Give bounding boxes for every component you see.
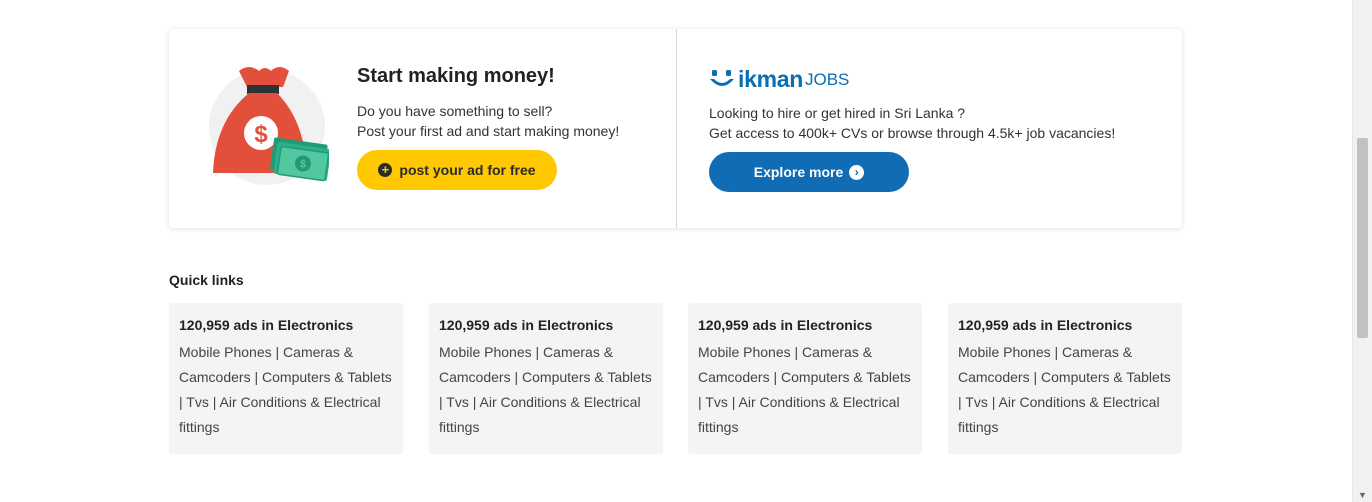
promo-banner: $ $ Start making money! Do you have some… [169, 29, 1182, 228]
quick-link-list: Mobile Phones | Cameras & Camcoders | Co… [179, 344, 392, 435]
vertical-scrollbar[interactable]: ▼ [1352, 0, 1372, 502]
ikman-jobs-logo[interactable]: ikman JOBS [709, 63, 849, 91]
money-description: Do you have something to sell? Post your… [357, 101, 619, 141]
quick-link-item[interactable]: Computers & Tablets [262, 369, 392, 385]
money-bag-icon: $ $ [209, 67, 329, 185]
quick-link-item[interactable]: Mobile Phones [698, 344, 791, 360]
quick-links-title: Quick links [169, 272, 244, 288]
chevron-right-circle-icon: › [849, 164, 865, 180]
jobs-description-line: Looking to hire or get hired in Sri Lank… [709, 105, 966, 121]
scroll-down-arrow-icon[interactable]: ▼ [1358, 490, 1367, 500]
quick-link-card: 120,959 ads in Electronics Mobile Phones… [169, 303, 403, 454]
post-ad-button[interactable]: + post your ad for free [357, 150, 557, 190]
money-description-line: Post your first ad and start making mone… [357, 123, 620, 139]
quick-link-item[interactable]: Tvs [705, 394, 728, 410]
quick-link-item[interactable]: Mobile Phones [179, 344, 272, 360]
quick-link-heading[interactable]: 120,959 ads in Electronics [698, 317, 912, 333]
quick-link-item[interactable]: Air Conditions & Electrical fittings [179, 394, 381, 435]
quick-link-card: 120,959 ads in Electronics Mobile Phones… [688, 303, 922, 454]
plus-circle-icon: + [378, 163, 393, 177]
quick-link-card: 120,959 ads in Electronics Mobile Phones… [429, 303, 663, 454]
quick-link-item[interactable]: Tvs [965, 394, 988, 410]
svg-text:$: $ [254, 121, 268, 148]
jobs-brand-text: JOBS [804, 70, 850, 89]
ikman-brand-text: ikman [738, 66, 803, 92]
quick-link-item[interactable]: Air Conditions & Electrical fittings [698, 394, 900, 435]
quick-link-heading[interactable]: 120,959 ads in Electronics [439, 317, 653, 333]
money-title: Start making money! [357, 65, 555, 87]
quick-link-list: Mobile Phones | Cameras & Camcoders | Co… [439, 344, 652, 435]
money-description-line: Do you have something to sell? [357, 103, 553, 119]
jobs-description-line: Get access to 400k+ CVs or browse throug… [709, 125, 1116, 141]
quick-link-item[interactable]: Tvs [446, 394, 469, 410]
smile-logo-icon [710, 70, 734, 86]
quick-link-list: Mobile Phones | Cameras & Camcoders | Co… [958, 344, 1171, 435]
quick-link-item[interactable]: Computers & Tablets [781, 369, 911, 385]
quick-link-item[interactable]: Air Conditions & Electrical fittings [958, 394, 1160, 435]
jobs-description: Looking to hire or get hired in Sri Lank… [709, 103, 1115, 143]
quick-link-card: 120,959 ads in Electronics Mobile Phones… [948, 303, 1182, 454]
quick-link-item[interactable]: Computers & Tablets [1041, 369, 1171, 385]
quick-link-heading[interactable]: 120,959 ads in Electronics [179, 317, 393, 333]
quick-link-item[interactable]: Mobile Phones [958, 344, 1051, 360]
post-ad-button-label: post your ad for free [399, 162, 536, 178]
quick-link-heading[interactable]: 120,959 ads in Electronics [958, 317, 1172, 333]
explore-more-button[interactable]: Explore more › [709, 152, 909, 192]
quick-link-item[interactable]: Air Conditions & Electrical fittings [439, 394, 641, 435]
quick-link-list: Mobile Phones | Cameras & Camcoders | Co… [698, 344, 911, 435]
scrollbar-thumb[interactable] [1357, 138, 1368, 338]
quick-link-item[interactable]: Computers & Tablets [522, 369, 652, 385]
quick-link-item[interactable]: Mobile Phones [439, 344, 532, 360]
quick-link-item[interactable]: Tvs [186, 394, 209, 410]
promo-divider [676, 29, 677, 228]
explore-more-button-label: Explore more [753, 164, 844, 180]
